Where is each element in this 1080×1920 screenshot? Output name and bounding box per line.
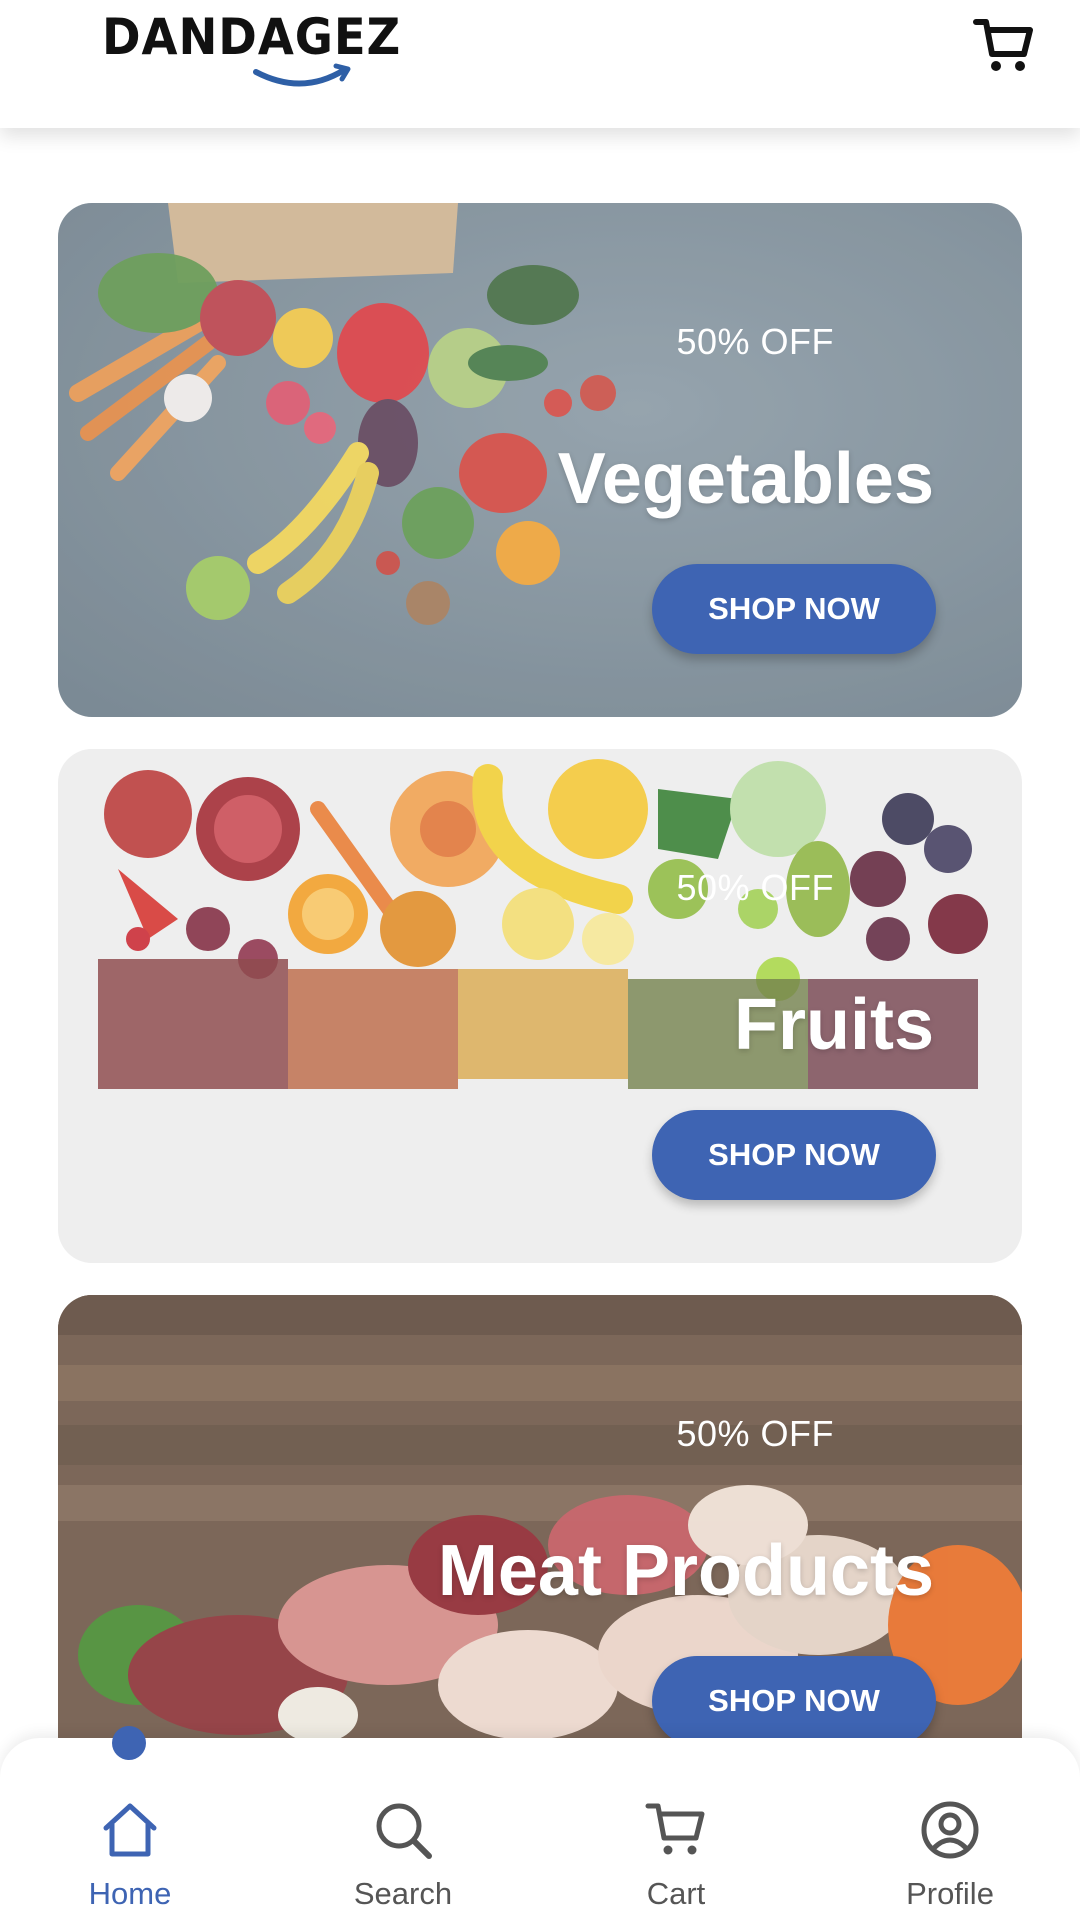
nav-home[interactable]: Home (30, 1798, 230, 1920)
nav-search-label: Search (353, 1876, 453, 1911)
discount-label: 50% OFF (676, 1413, 834, 1454)
discount-label: 50% OFF (676, 867, 834, 908)
nav-search[interactable]: Search (303, 1798, 503, 1920)
bottom-navigation: Home Search Cart Profile (0, 1726, 1080, 1920)
active-tab-indicator (112, 1726, 146, 1760)
shop-now-button[interactable]: SHOP NOW (652, 1110, 936, 1200)
fruits-banner[interactable]: 50% OFF Fruits SHOP NOW (58, 749, 1022, 1263)
home-icon (103, 1803, 157, 1857)
header-cart-button[interactable] (972, 14, 1036, 78)
shop-now-button[interactable]: SHOP NOW (652, 564, 936, 654)
cart-icon (645, 1803, 705, 1855)
vegetables-banner[interactable]: 50% OFF Vegetables SHOP NOW (58, 203, 1022, 717)
nav-home-label: Home (88, 1876, 172, 1911)
shop-now-button[interactable]: SHOP NOW (652, 1656, 936, 1746)
search-icon (376, 1803, 432, 1859)
banner-title: Meat Products (437, 1531, 934, 1611)
logo-smile-icon (253, 63, 351, 87)
banner-title: Vegetables (557, 439, 934, 519)
banner-title: Fruits (733, 985, 934, 1065)
nav-profile[interactable]: Profile (850, 1798, 1050, 1920)
nav-cart[interactable]: Cart (576, 1798, 776, 1920)
brand-logo-text: DANDAGEZ (102, 8, 402, 66)
app-header: DANDAGEZ (0, 0, 1080, 128)
nav-cart-label: Cart (646, 1876, 706, 1911)
discount-label: 50% OFF (676, 321, 834, 362)
cart-icon (973, 19, 1033, 71)
meat-products-banner[interactable]: 50% OFF Meat Products SHOP NOW (58, 1295, 1022, 1755)
brand-logo[interactable]: DANDAGEZ (102, 8, 400, 88)
profile-icon (921, 1801, 979, 1859)
nav-profile-label: Profile (906, 1876, 994, 1911)
